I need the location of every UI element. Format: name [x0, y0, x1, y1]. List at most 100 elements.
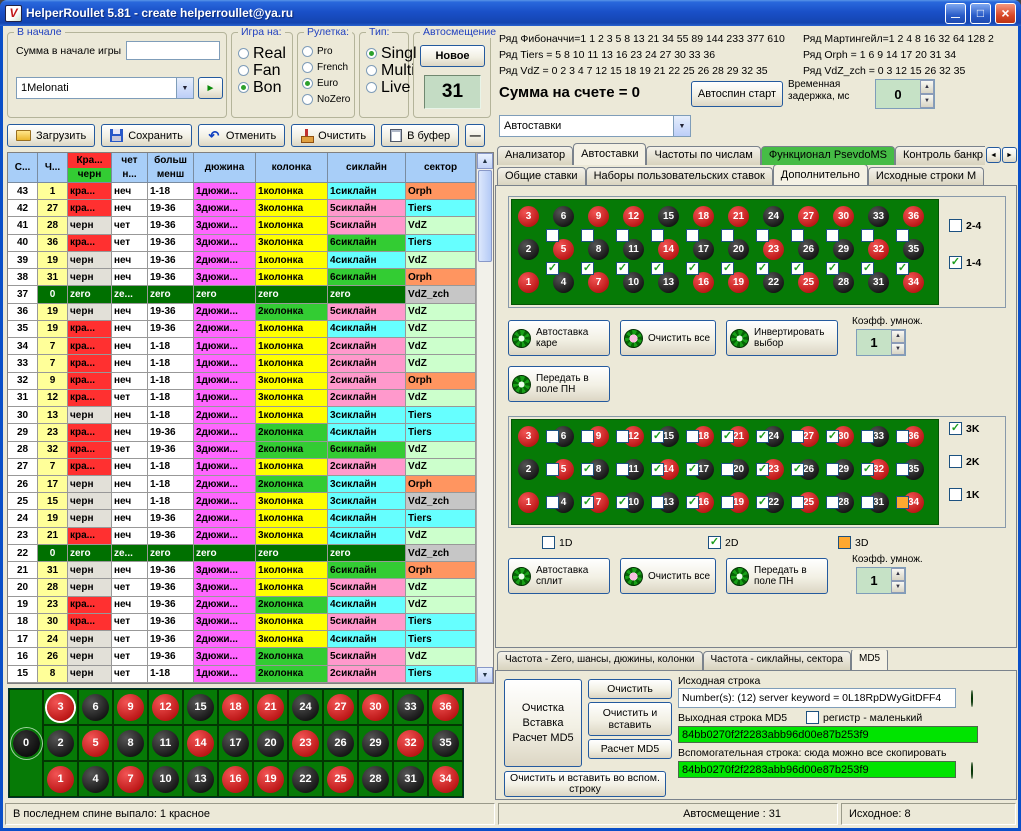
dimension-check[interactable]: 1D — [542, 536, 572, 549]
roulette-number[interactable]: 14 — [187, 730, 214, 757]
new-offset-button[interactable]: Новое — [420, 45, 485, 67]
roulette-number[interactable]: 18 — [222, 694, 249, 721]
board-cell[interactable]: 25 — [323, 761, 358, 797]
bet-checkbox[interactable] — [546, 463, 559, 476]
bet-checkbox[interactable] — [896, 463, 909, 476]
table-row[interactable]: 1626чернчет19-363дюжи...2колонка5сиклайн… — [8, 648, 476, 665]
board-cell[interactable]: 7 — [113, 761, 148, 797]
board-number[interactable]: 21 — [728, 206, 749, 227]
radio-option[interactable]: Real — [232, 45, 292, 62]
roulette-number[interactable]: 26 — [327, 730, 354, 757]
board-number[interactable]: 13 — [658, 272, 679, 293]
board-number[interactable]: 3 — [518, 206, 539, 227]
transfer-to-pn-button[interactable]: Передать в поле ПН — [726, 558, 828, 594]
bet-checkbox[interactable] — [546, 229, 559, 242]
table-row[interactable]: 4036кра...чет19-363дюжи...3колонка6сикла… — [8, 235, 476, 252]
bet-checkbox[interactable]: ✓ — [791, 463, 804, 476]
board-number[interactable]: 17 — [693, 239, 714, 260]
table-row[interactable]: 431кра...неч1-181дюжи...1колонка1сиклайн… — [8, 183, 476, 200]
bet-checkbox[interactable]: ✓ — [861, 262, 874, 275]
roulette-number[interactable]: 16 — [222, 766, 249, 793]
board-cell[interactable]: 12 — [148, 689, 183, 725]
tab-autobets[interactable]: Автоставки — [573, 143, 646, 165]
play-button[interactable]: ► — [198, 77, 223, 99]
roulette-number[interactable]: 31 — [397, 766, 424, 793]
bet-checkbox[interactable]: ✓ — [791, 262, 804, 275]
table-row[interactable]: 3013черннеч1-182дюжи...1колонка3сиклайнT… — [8, 407, 476, 424]
roulette-number-zero[interactable]: 0 — [13, 730, 40, 757]
roulette-number[interactable]: 29 — [362, 730, 389, 757]
invert-selection-button[interactable]: Инвертировать выбор — [726, 320, 838, 356]
roulette-number[interactable]: 33 — [397, 694, 424, 721]
roulette-number[interactable]: 12 — [152, 694, 179, 721]
table-header-cell[interactable]: колонка — [256, 153, 328, 183]
table-row[interactable]: 2832кра...чет19-363дюжи...2колонка6сикла… — [8, 442, 476, 459]
board-number[interactable]: 8 — [588, 239, 609, 260]
bet-checkbox[interactable] — [651, 496, 664, 509]
radio-option[interactable]: NoZero — [298, 91, 354, 107]
scroll-track[interactable] — [477, 263, 493, 667]
board-number[interactable]: 30 — [833, 206, 854, 227]
bet-checkbox[interactable]: ✓ — [581, 496, 594, 509]
tab-scroll-left-button[interactable] — [986, 147, 1001, 163]
bet-checkbox[interactable]: ✓ — [686, 496, 699, 509]
spin-up-button[interactable] — [920, 80, 934, 94]
table-row[interactable]: 158чернчет1-181дюжи...2колонка2сиклайнTi… — [8, 666, 476, 683]
table-scrollbar[interactable] — [476, 153, 493, 683]
roulette-number[interactable]: 1 — [47, 766, 74, 793]
bet-checkbox[interactable] — [896, 496, 909, 509]
maximize-button[interactable] — [970, 3, 991, 24]
koeff-spinner[interactable]: 1 — [856, 567, 906, 594]
wheel-icon-button[interactable] — [960, 758, 984, 782]
board-cell[interactable]: 6 — [78, 689, 113, 725]
roulette-number[interactable]: 24 — [292, 694, 319, 721]
board-cell[interactable]: 22 — [288, 761, 323, 797]
board-cell[interactable]: 27 — [323, 689, 358, 725]
board-cell[interactable]: 36 — [428, 689, 463, 725]
roulette-number[interactable]: 34 — [432, 766, 459, 793]
board-number[interactable]: 23 — [763, 239, 784, 260]
table-row[interactable]: 220zeroze...zerozerozerozeroVdZ_zch — [8, 545, 476, 562]
bet-checkbox[interactable]: ✓ — [721, 430, 734, 443]
board-cell[interactable]: 24 — [288, 689, 323, 725]
roulette-number[interactable]: 10 — [152, 766, 179, 793]
md5-clear-button[interactable]: Очистить — [588, 679, 672, 699]
scroll-up-button[interactable] — [477, 153, 493, 169]
tab-bankroll-control[interactable]: Контроль банкр — [895, 146, 985, 165]
minimize-button[interactable] — [945, 3, 966, 24]
md5-clear-paste-aux-button[interactable]: Очистить и вставить во вспом. строку — [504, 771, 666, 797]
dimension-check[interactable]: 3D — [838, 536, 868, 549]
table-row[interactable]: 1923кра...неч19-362дюжи...2колонка4сикла… — [8, 597, 476, 614]
subtab-user-bet-sets[interactable]: Наборы пользовательских ставок — [586, 167, 773, 186]
roulette-number[interactable]: 8 — [117, 730, 144, 757]
md5-clear-and-paste-button[interactable]: Очистить и вставить — [588, 702, 672, 736]
board-number[interactable]: 27 — [798, 206, 819, 227]
table-row[interactable]: 337кра...неч1-181дюжи...1колонка2сиклайн… — [8, 355, 476, 372]
board-number[interactable]: 12 — [623, 206, 644, 227]
board-number[interactable]: 6 — [553, 206, 574, 227]
radio-option[interactable]: Multi — [360, 62, 408, 79]
preset-select[interactable]: 1Melonati — [16, 77, 194, 99]
board-number[interactable]: 9 — [588, 206, 609, 227]
bet-checkbox[interactable] — [651, 229, 664, 242]
md5-source-input[interactable] — [678, 688, 956, 708]
board-number[interactable]: 29 — [833, 239, 854, 260]
table-row[interactable]: 329кра...неч1-181дюжи...3колонка2сиклайн… — [8, 373, 476, 390]
spin-down-button[interactable] — [891, 581, 905, 594]
toolbar-button[interactable]: Очистить — [291, 124, 375, 147]
md5-calc-button[interactable]: Расчет MD5 — [588, 739, 672, 759]
bet-checkbox[interactable]: ✓ — [756, 463, 769, 476]
roulette-number[interactable]: 22 — [292, 766, 319, 793]
table-row[interactable]: 2923кра...неч19-362дюжи...2колонка4сикла… — [8, 424, 476, 441]
board-number[interactable]: 25 — [798, 272, 819, 293]
subtab-common-bets[interactable]: Общие ставки — [497, 167, 586, 186]
board-number[interactable]: 3 — [518, 426, 539, 447]
board-cell[interactable]: 29 — [358, 725, 393, 761]
bet-checkbox[interactable] — [686, 229, 699, 242]
board-cell[interactable]: 18 — [218, 689, 253, 725]
board-cell[interactable]: 5 — [78, 725, 113, 761]
roulette-number[interactable]: 36 — [432, 694, 459, 721]
bet-checkbox[interactable]: ✓ — [756, 430, 769, 443]
clear-all-button[interactable]: Очистить все — [620, 558, 716, 594]
bet-checkbox[interactable]: ✓ — [826, 430, 839, 443]
